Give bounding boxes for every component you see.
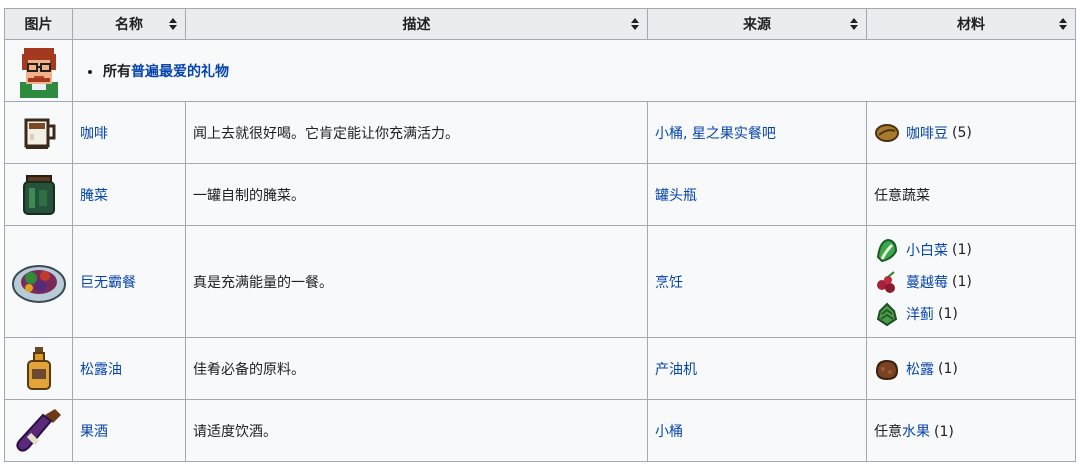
table-row: 咖啡 闻上去就很好喝。它肯定能让你充满活力。 小桶, 星之果实餐吧 咖啡豆 (5) [4,101,1076,164]
item-material-cell: 小白菜 (1) 蔓越莓 (1) 洋蓟 (1) [866,225,1076,338]
item-name-cell: 咖啡 [72,101,186,164]
header-source[interactable]: 来源 [647,8,867,40]
sort-icon[interactable] [631,18,639,30]
item-name-cell: 巨无霸餐 [72,225,186,338]
item-description: 请适度饮酒。 [185,399,648,462]
coffee-icon [24,118,55,149]
item-description: 真是充满能量的一餐。 [185,225,648,338]
header-desc-label: 描述 [402,17,431,33]
table-row: 巨无霸餐 真是充满能量的一餐。 烹饪 小白菜 (1) 蔓越莓 (1) 洋蓟 (1… [4,225,1076,338]
item-source-cell: 罐头瓶 [647,163,867,226]
header-material[interactable]: 材料 [866,8,1076,40]
material-link[interactable]: 松露 [906,359,934,379]
portrait-cell [4,39,73,102]
item-name-link[interactable]: 巨无霸餐 [80,275,136,291]
item-source-cell: 小桶, 星之果实餐吧 [647,101,867,164]
item-material-cell: 咖啡豆 (5) [866,101,1076,164]
material-quantity: (1) [952,273,972,290]
item-description: 佳肴必备的原料。 [185,337,648,400]
item-name-link[interactable]: 咖啡 [80,126,108,142]
table-row: 果酒 请适度饮酒。 小桶 任意水果 (1) [4,399,1076,462]
header-image: 图片 [4,8,73,40]
material-prefix: 任意 [874,423,902,440]
header-source-label: 来源 [743,17,771,33]
item-material-cell: 任意水果 (1) [866,399,1076,462]
item-image-cell [4,337,73,400]
bok-choy-icon [876,238,898,262]
universal-gifts-cell: 所有普遍最爱的礼物 [72,39,1076,102]
item-name-link[interactable]: 腌菜 [80,188,108,204]
header-name-label: 名称 [115,17,143,33]
material-text: 任意蔬菜 [866,163,1076,226]
pickles-icon [22,174,55,215]
material-link[interactable]: 洋蓟 [906,304,934,324]
material-entry: 蔓越莓 (1) [874,266,1075,298]
cranberries-icon [877,270,895,293]
material-quantity: (1) [938,360,958,377]
super-meal-icon [11,264,66,303]
item-description: 一罐自制的腌菜。 [185,163,648,226]
material-entry: 咖啡豆 (5) [874,117,1075,149]
source-link[interactable]: 小桶 [655,126,683,142]
material-entry: 洋蓟 (1) [874,298,1075,330]
header-image-label: 图片 [24,17,53,33]
truffle-oil-icon [26,346,51,390]
material-link[interactable]: 小白菜 [906,240,948,260]
gift-table: 图片 名称 描述 来源 材料 • 所有普遍最爱的礼物 咖啡 闻上去就很好喝。它肯… [4,8,1076,462]
item-material-cell: 松露 (1) [866,337,1076,400]
material-entry: 小白菜 (1) [874,234,1075,266]
truffle-icon [875,359,899,380]
item-description: 闻上去就很好喝。它肯定能让你充满活力。 [185,101,648,164]
source-link[interactable]: 产油机 [655,362,697,378]
header-row: 图片 名称 描述 来源 材料 [4,8,1076,40]
villager-portrait-icon [19,47,58,98]
sort-icon[interactable] [850,18,858,30]
sort-icon[interactable] [1059,18,1067,30]
source-link[interactable]: 小桶 [655,424,683,440]
table-row-universal: 所有普遍最爱的礼物 [4,39,1076,102]
item-name-cell: 果酒 [72,399,186,462]
item-image-cell [4,163,73,226]
source-separator: , [683,125,692,142]
item-image-cell [4,399,73,462]
header-name[interactable]: 名称 [72,8,186,40]
material-quantity: (5) [952,124,972,141]
material-quantity: (1) [952,241,972,258]
sort-icon[interactable] [169,18,177,30]
item-name-cell: 腌菜 [72,163,186,226]
universal-gifts-item: 所有普遍最爱的礼物 [103,61,1075,81]
source-link[interactable]: 罐头瓶 [655,188,697,204]
material-quantity: (1) [938,305,958,322]
material-link[interactable]: 水果 [902,424,930,440]
source-link[interactable]: 星之果实餐吧 [692,126,776,142]
artichoke-icon [876,302,898,326]
universal-prefix: 所有 [103,63,131,80]
item-name-link[interactable]: 松露油 [80,362,122,378]
material-link[interactable]: 蔓越莓 [906,272,948,292]
item-source-cell: 产油机 [647,337,867,400]
coffee-bean-icon [875,123,899,142]
item-image-cell [4,225,73,338]
item-name-link[interactable]: 果酒 [80,424,108,440]
source-link[interactable]: 烹饪 [655,275,683,291]
material-quantity: (1) [934,423,954,440]
table-row: 松露油 佳肴必备的原料。 产油机 松露 (1) [4,337,1076,400]
item-name-cell: 松露油 [72,337,186,400]
header-material-label: 材料 [957,17,985,33]
universal-gifts-link[interactable]: 普遍最爱的礼物 [131,64,229,80]
item-source-cell: 小桶 [647,399,867,462]
item-source-cell: 烹饪 [647,225,867,338]
material-entry: 松露 (1) [874,353,1075,385]
header-desc[interactable]: 描述 [185,8,648,40]
wine-icon [15,408,61,452]
material-link[interactable]: 咖啡豆 [906,123,948,143]
item-image-cell [4,101,73,164]
table-row: 腌菜 一罐自制的腌菜。 罐头瓶 任意蔬菜 [4,163,1076,226]
